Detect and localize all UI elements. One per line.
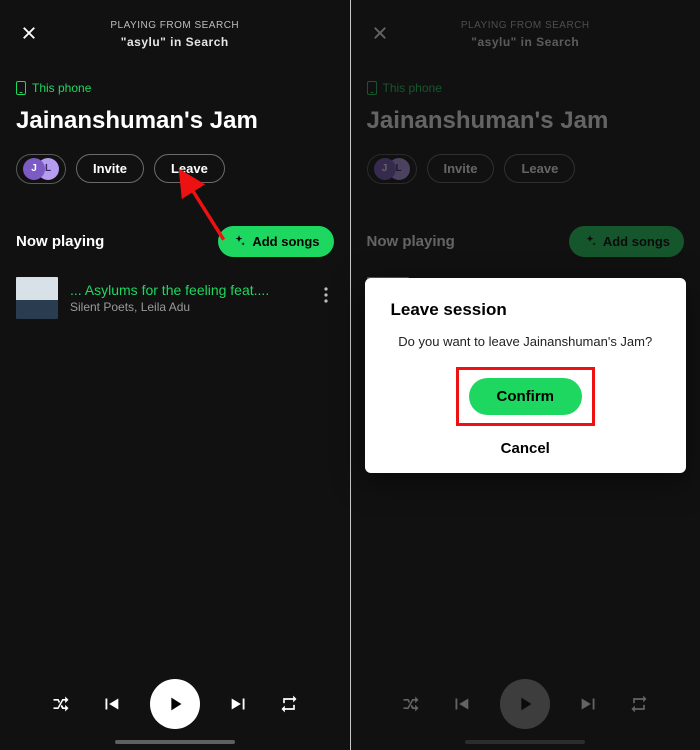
track-artists: Silent Poets, Leila Adu	[70, 300, 306, 314]
participant-avatars[interactable]: J L	[16, 154, 66, 184]
next-icon[interactable]	[228, 693, 250, 715]
add-songs-label: Add songs	[252, 234, 319, 249]
device-indicator[interactable]: This phone	[16, 81, 334, 95]
session-actions: J L Invite Leave	[16, 154, 334, 184]
device-label: This phone	[32, 81, 91, 95]
close-icon[interactable]	[18, 22, 40, 44]
now-playing-heading: Now playing	[16, 233, 104, 250]
dialog-body: Do you want to leave Jainanshuman's Jam?	[385, 334, 667, 349]
track-name: ... Asylums for the feeling feat....	[70, 282, 306, 298]
search-context: "asylu" in Search	[16, 33, 334, 51]
more-icon[interactable]	[318, 281, 334, 314]
leave-session-dialog: Leave session Do you want to leave Jaina…	[365, 278, 687, 473]
cancel-button[interactable]: Cancel	[501, 440, 550, 457]
header: PLAYING FROM SEARCH "asylu" in Search	[16, 18, 334, 51]
confirm-button[interactable]: Confirm	[469, 378, 583, 415]
screenshot-right: PLAYING FROM SEARCH "asylu" in Search Th…	[351, 0, 700, 750]
add-songs-button[interactable]: Add songs	[218, 226, 333, 257]
sparkle-icon	[232, 234, 246, 248]
modal-backdrop[interactable]: Leave session Do you want to leave Jaina…	[351, 0, 700, 750]
phone-icon	[16, 81, 26, 95]
session-title: Jainanshuman's Jam	[16, 107, 334, 136]
dialog-title: Leave session	[385, 300, 667, 320]
annotation-highlight: Confirm	[456, 367, 596, 426]
playing-from-label: PLAYING FROM SEARCH	[16, 18, 334, 33]
invite-button[interactable]: Invite	[76, 154, 144, 183]
track-row[interactable]: ... Asylums for the feeling feat.... Sil…	[16, 277, 334, 319]
player-controls	[16, 668, 334, 740]
shuffle-icon[interactable]	[50, 694, 72, 714]
leave-button[interactable]: Leave	[154, 154, 225, 183]
previous-icon[interactable]	[100, 693, 122, 715]
screenshot-left: PLAYING FROM SEARCH "asylu" in Search Th…	[0, 0, 350, 750]
repeat-icon[interactable]	[278, 694, 300, 714]
home-indicator	[115, 740, 235, 744]
album-art	[16, 277, 58, 319]
play-button[interactable]	[150, 679, 200, 729]
avatar: J	[23, 158, 45, 180]
